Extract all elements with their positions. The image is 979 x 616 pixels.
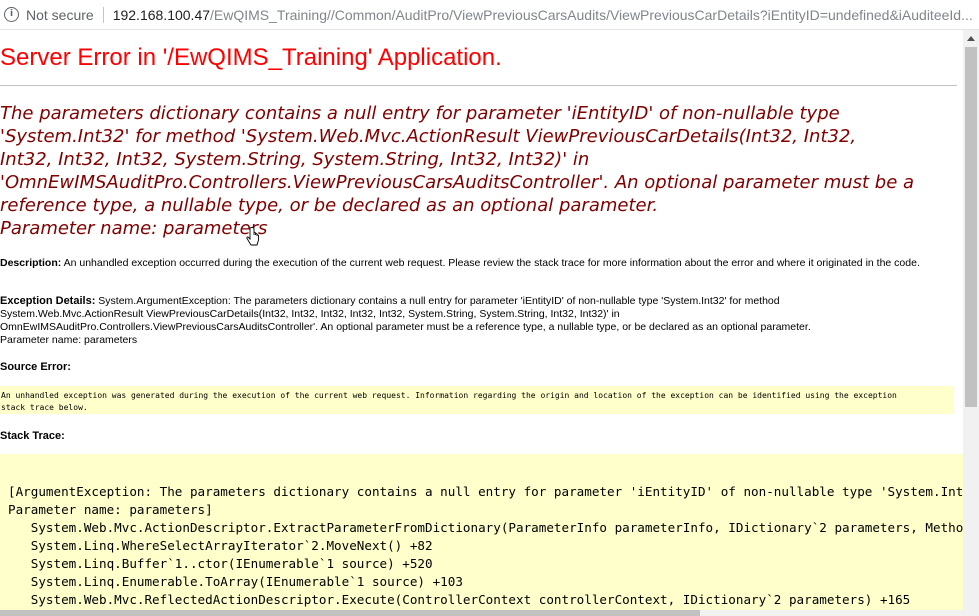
- stack-trace-line: System.Web.Mvc.ReflectedActionDescriptor…: [8, 592, 911, 607]
- url-path[interactable]: /EwQIMS_Training//Common/AuditPro/ViewPr…: [210, 7, 973, 23]
- description: Description: An unhandled exception occu…: [0, 257, 950, 270]
- vertical-scroll-thumb[interactable]: [965, 47, 977, 407]
- error-message: The parameters dictionary contains a nul…: [0, 102, 962, 240]
- scroll-up-arrow-icon[interactable]: [967, 36, 975, 41]
- error-message-line: 'OmnEwIMSAuditPro.Controllers.ViewPrevio…: [0, 172, 915, 193]
- exception-details-label: Exception Details:: [0, 295, 96, 307]
- page-title: Server Error in '/EwQIMS_Training' Appli…: [0, 44, 502, 71]
- error-message-line: Int32, Int32, Int32, System.String, Syst…: [0, 149, 590, 170]
- exception-details-line: OmnEwIMSAuditPro.Controllers.ViewPreviou…: [0, 321, 811, 333]
- address-separator: [102, 6, 104, 23]
- description-text: An unhandled exception occurred during t…: [63, 257, 920, 269]
- security-status[interactable]: Not secure: [26, 7, 94, 23]
- exception-details-line: System.ArgumentException: The parameters…: [98, 295, 780, 307]
- address-bar[interactable]: i Not secure 192.168.100.47/EwQIMS_Train…: [0, 0, 979, 30]
- source-error-label: Source Error:: [0, 361, 71, 373]
- exception-details-line: Parameter name: parameters: [0, 334, 138, 346]
- stack-trace-line: System.Linq.WhereSelectArrayIterator`2.M…: [8, 538, 433, 553]
- source-error-line: An unhandled exception was generated dur…: [1, 391, 897, 400]
- stack-trace-line: System.Linq.Enumerable.ToArray(IEnumerab…: [8, 574, 463, 589]
- stack-trace-label: Stack Trace:: [0, 430, 65, 442]
- stack-trace-box: [ArgumentException: The parameters dicti…: [0, 454, 963, 616]
- exception-details: Exception Details: System.ArgumentExcept…: [0, 295, 950, 347]
- horizontal-scrollbar[interactable]: [0, 610, 963, 616]
- hand-pointer-cursor-icon: [246, 227, 259, 246]
- stack-trace-line: System.Linq.Buffer`1..ctor(IEnumerable`1…: [8, 556, 433, 571]
- horizontal-scroll-thumb[interactable]: [0, 610, 700, 616]
- source-error-box: An unhandled exception was generated dur…: [0, 386, 954, 414]
- error-message-line: The parameters dictionary contains a nul…: [0, 103, 840, 124]
- error-page: Server Error in '/EwQIMS_Training' Appli…: [0, 30, 963, 616]
- stack-trace-line: Parameter name: parameters]: [8, 502, 213, 517]
- source-error-line: stack trace below.: [1, 403, 88, 412]
- exception-details-line: System.Web.Mvc.ActionResult ViewPrevious…: [0, 308, 620, 320]
- vertical-scrollbar[interactable]: [963, 30, 979, 616]
- error-message-line: 'System.Int32' for method 'System.Web.Mv…: [0, 126, 857, 147]
- error-message-line: Parameter name: parameters: [0, 218, 268, 239]
- url-host[interactable]: 192.168.100.47: [113, 7, 210, 23]
- error-message-line: reference type, a nullable type, or be d…: [0, 195, 659, 216]
- stack-trace-line: System.Web.Mvc.ActionDescriptor.ExtractP…: [30, 520, 963, 535]
- title-divider: [0, 85, 957, 86]
- info-icon[interactable]: i: [4, 7, 19, 22]
- description-label: Description:: [0, 257, 62, 269]
- stack-trace-line: [ArgumentException: The parameters dicti…: [8, 484, 963, 499]
